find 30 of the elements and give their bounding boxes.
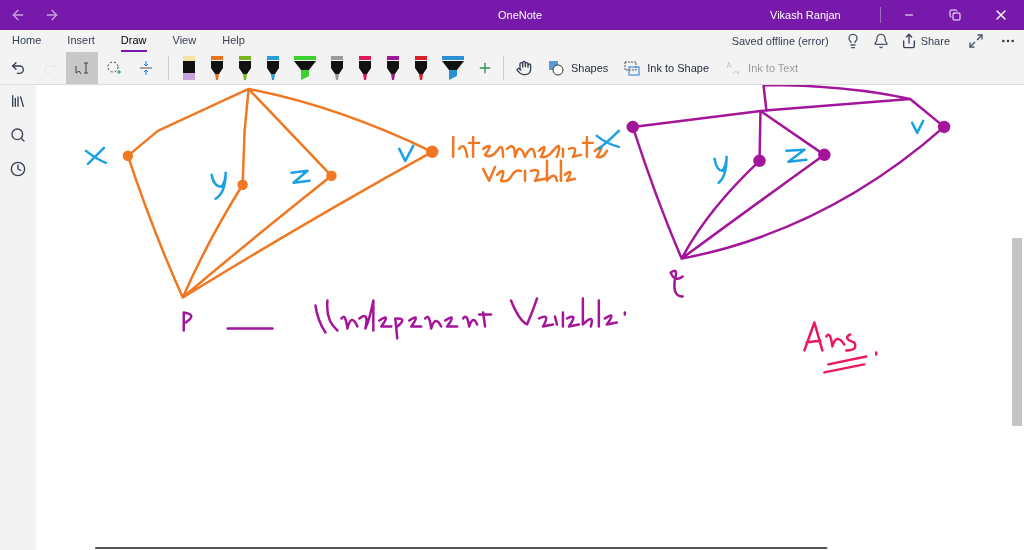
- forward-icon: [44, 7, 60, 23]
- ribbon-tab[interactable]: Home: [12, 30, 42, 52]
- back-icon: [10, 7, 26, 23]
- shapes-button[interactable]: Shapes: [540, 52, 617, 84]
- ink-to-shape-button[interactable]: Ink to Shape: [616, 52, 718, 84]
- ribbon-tab[interactable]: Help: [222, 30, 245, 52]
- window-title: OneNote: [497, 7, 543, 23]
- user-name: Vikash Ranjan: [770, 7, 842, 23]
- cursor-text-icon: [74, 60, 90, 76]
- plus-icon: [477, 60, 493, 76]
- bell-icon: [872, 33, 889, 49]
- undo-icon: [10, 60, 26, 76]
- share-icon: [900, 33, 917, 49]
- hand-icon: [516, 60, 532, 76]
- shapes-icon: [548, 60, 564, 76]
- ribbon-tab[interactable]: Draw: [120, 30, 147, 52]
- ink-to-text-icon: [725, 60, 742, 76]
- ribbon-tab[interactable]: View: [172, 30, 197, 52]
- notebooks-icon: [10, 93, 26, 109]
- scrollbar-thumb[interactable]: [1012, 238, 1022, 426]
- share-button[interactable]: Share: [900, 32, 950, 50]
- lasso-icon: [106, 60, 122, 76]
- save-status: Saved offline (error): [731, 33, 829, 49]
- insert-space-icon: [138, 60, 154, 76]
- ribbon-tab[interactable]: Insert: [67, 30, 95, 52]
- expand-icon: [968, 33, 984, 49]
- search-icon: [10, 127, 26, 143]
- restore-icon: [949, 9, 961, 21]
- ink-to-shape-icon: [624, 60, 641, 76]
- recent-icon: [10, 161, 26, 177]
